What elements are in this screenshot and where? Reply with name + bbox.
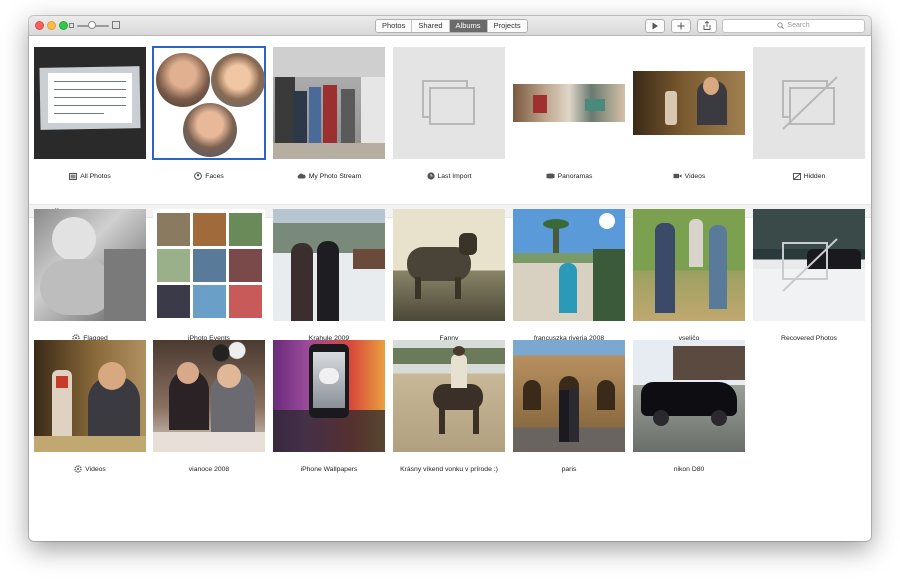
album-label: Hidden — [803, 173, 826, 180]
tab-albums[interactable]: Albums — [449, 20, 488, 32]
panorama-icon — [546, 173, 555, 179]
empty-album-icon — [422, 80, 475, 125]
add-icon — [677, 22, 685, 30]
album-vselico[interactable]: vseličo — [633, 209, 745, 342]
tab-projects[interactable]: Projects — [488, 20, 527, 32]
album-paris[interactable]: paris — [513, 340, 625, 473]
zoom-out-icon[interactable] — [69, 23, 74, 28]
hidden-album-icon — [782, 76, 838, 130]
face-icon — [194, 172, 203, 181]
album-flagged[interactable]: Flagged — [34, 209, 146, 342]
album-label: Krásny víkend vonku v prírode :) — [400, 466, 498, 473]
album-last-import[interactable]: Last Import — [393, 47, 505, 180]
zoom-slider-handle[interactable] — [88, 21, 96, 29]
add-button[interactable] — [671, 19, 691, 33]
toolbar: Photos Shared Albums Projects Search — [29, 16, 871, 36]
clock-icon — [426, 172, 435, 180]
albums-view: All Photos Faces My Photo Stream Last Im… — [29, 37, 871, 541]
album-hidden[interactable]: Hidden — [753, 47, 865, 180]
album-thumbnail — [153, 209, 265, 321]
album-francuszka-riveria-2008[interactable]: francuszka riveria 2008 — [513, 209, 625, 342]
album-thumbnail — [273, 340, 385, 452]
fullscreen-window-button[interactable] — [59, 21, 68, 30]
close-window-button[interactable] — [35, 21, 44, 30]
album-label: Videos — [684, 173, 706, 180]
album-label: paris — [561, 466, 577, 473]
search-input[interactable]: Search — [722, 19, 865, 33]
photos-icon — [69, 172, 78, 180]
album-label: iPhone Wallpapers — [300, 466, 358, 473]
album-thumbnail — [753, 47, 865, 159]
album-thumbnail — [153, 340, 265, 452]
album-iphoto-events[interactable]: iPhoto Events — [153, 209, 265, 342]
zoom-in-icon[interactable] — [112, 21, 120, 29]
recovered-overlay-icon — [782, 238, 838, 292]
album-thumbnail — [34, 47, 146, 159]
album-my-photo-stream[interactable]: My Photo Stream — [273, 47, 385, 180]
album-nikon-d80[interactable]: nikon D80 — [633, 340, 745, 473]
video-icon — [673, 174, 682, 179]
album-thumbnail — [513, 209, 625, 321]
album-krahule-2009[interactable]: Krahule 2009 — [273, 209, 385, 342]
album-thumbnail — [633, 209, 745, 321]
album-thumbnail — [34, 340, 146, 452]
slideshow-button[interactable] — [645, 19, 665, 33]
album-vianoce-2008[interactable]: vianoce 2008 — [153, 340, 265, 473]
album-thumbnail — [273, 209, 385, 321]
album-faces[interactable]: Faces — [152, 46, 266, 181]
album-thumbnail — [393, 47, 505, 159]
album-label: Faces — [205, 173, 224, 180]
album-thumbnail — [34, 209, 146, 321]
album-panoramas[interactable]: Panoramas — [513, 47, 625, 180]
album-krasny-vikend[interactable]: Krásny víkend vonku v prírode :) — [393, 340, 505, 473]
tab-photos[interactable]: Photos — [376, 20, 413, 32]
album-label: Recovered Photos — [781, 335, 837, 342]
album-thumbnail — [633, 47, 745, 159]
minimize-window-button[interactable] — [47, 21, 56, 30]
album-videos[interactable]: Videos — [633, 47, 745, 180]
album-label: vianoce 2008 — [188, 466, 230, 473]
photos-window: Photos Shared Albums Projects Search All… — [29, 16, 871, 541]
tab-shared[interactable]: Shared — [412, 20, 450, 32]
album-label: nikon D80 — [673, 466, 705, 473]
search-icon — [777, 22, 785, 29]
share-icon — [703, 20, 711, 30]
album-thumbnail — [393, 209, 505, 321]
view-tabs: Photos Shared Albums Projects — [375, 19, 528, 33]
album-all-photos[interactable]: All Photos — [34, 47, 146, 180]
album-label: Last Import — [437, 173, 472, 180]
album-label: Videos — [85, 466, 106, 473]
album-label: All Photos — [80, 173, 111, 180]
play-icon — [652, 22, 658, 30]
album-label: Panoramas — [557, 173, 593, 180]
hidden-icon — [792, 172, 801, 180]
search-placeholder: Search — [787, 22, 810, 29]
share-button[interactable] — [697, 19, 717, 33]
album-thumbnail — [753, 209, 865, 321]
album-thumbnail — [513, 340, 625, 452]
album-thumbnail — [633, 340, 745, 452]
album-videos-folder[interactable]: Videos — [34, 340, 146, 473]
album-fanny[interactable]: Fanny — [393, 209, 505, 342]
album-iphone-wallpapers[interactable]: iPhone Wallpapers — [273, 340, 385, 473]
album-recovered-photos[interactable]: Recovered Photos — [753, 209, 865, 342]
album-thumbnail — [393, 340, 505, 452]
cloud-icon — [297, 173, 306, 179]
album-label: My Photo Stream — [308, 173, 362, 180]
album-thumbnail — [152, 46, 266, 160]
album-thumbnail — [513, 47, 625, 159]
album-thumbnail — [273, 47, 385, 159]
gear-icon — [74, 465, 82, 473]
